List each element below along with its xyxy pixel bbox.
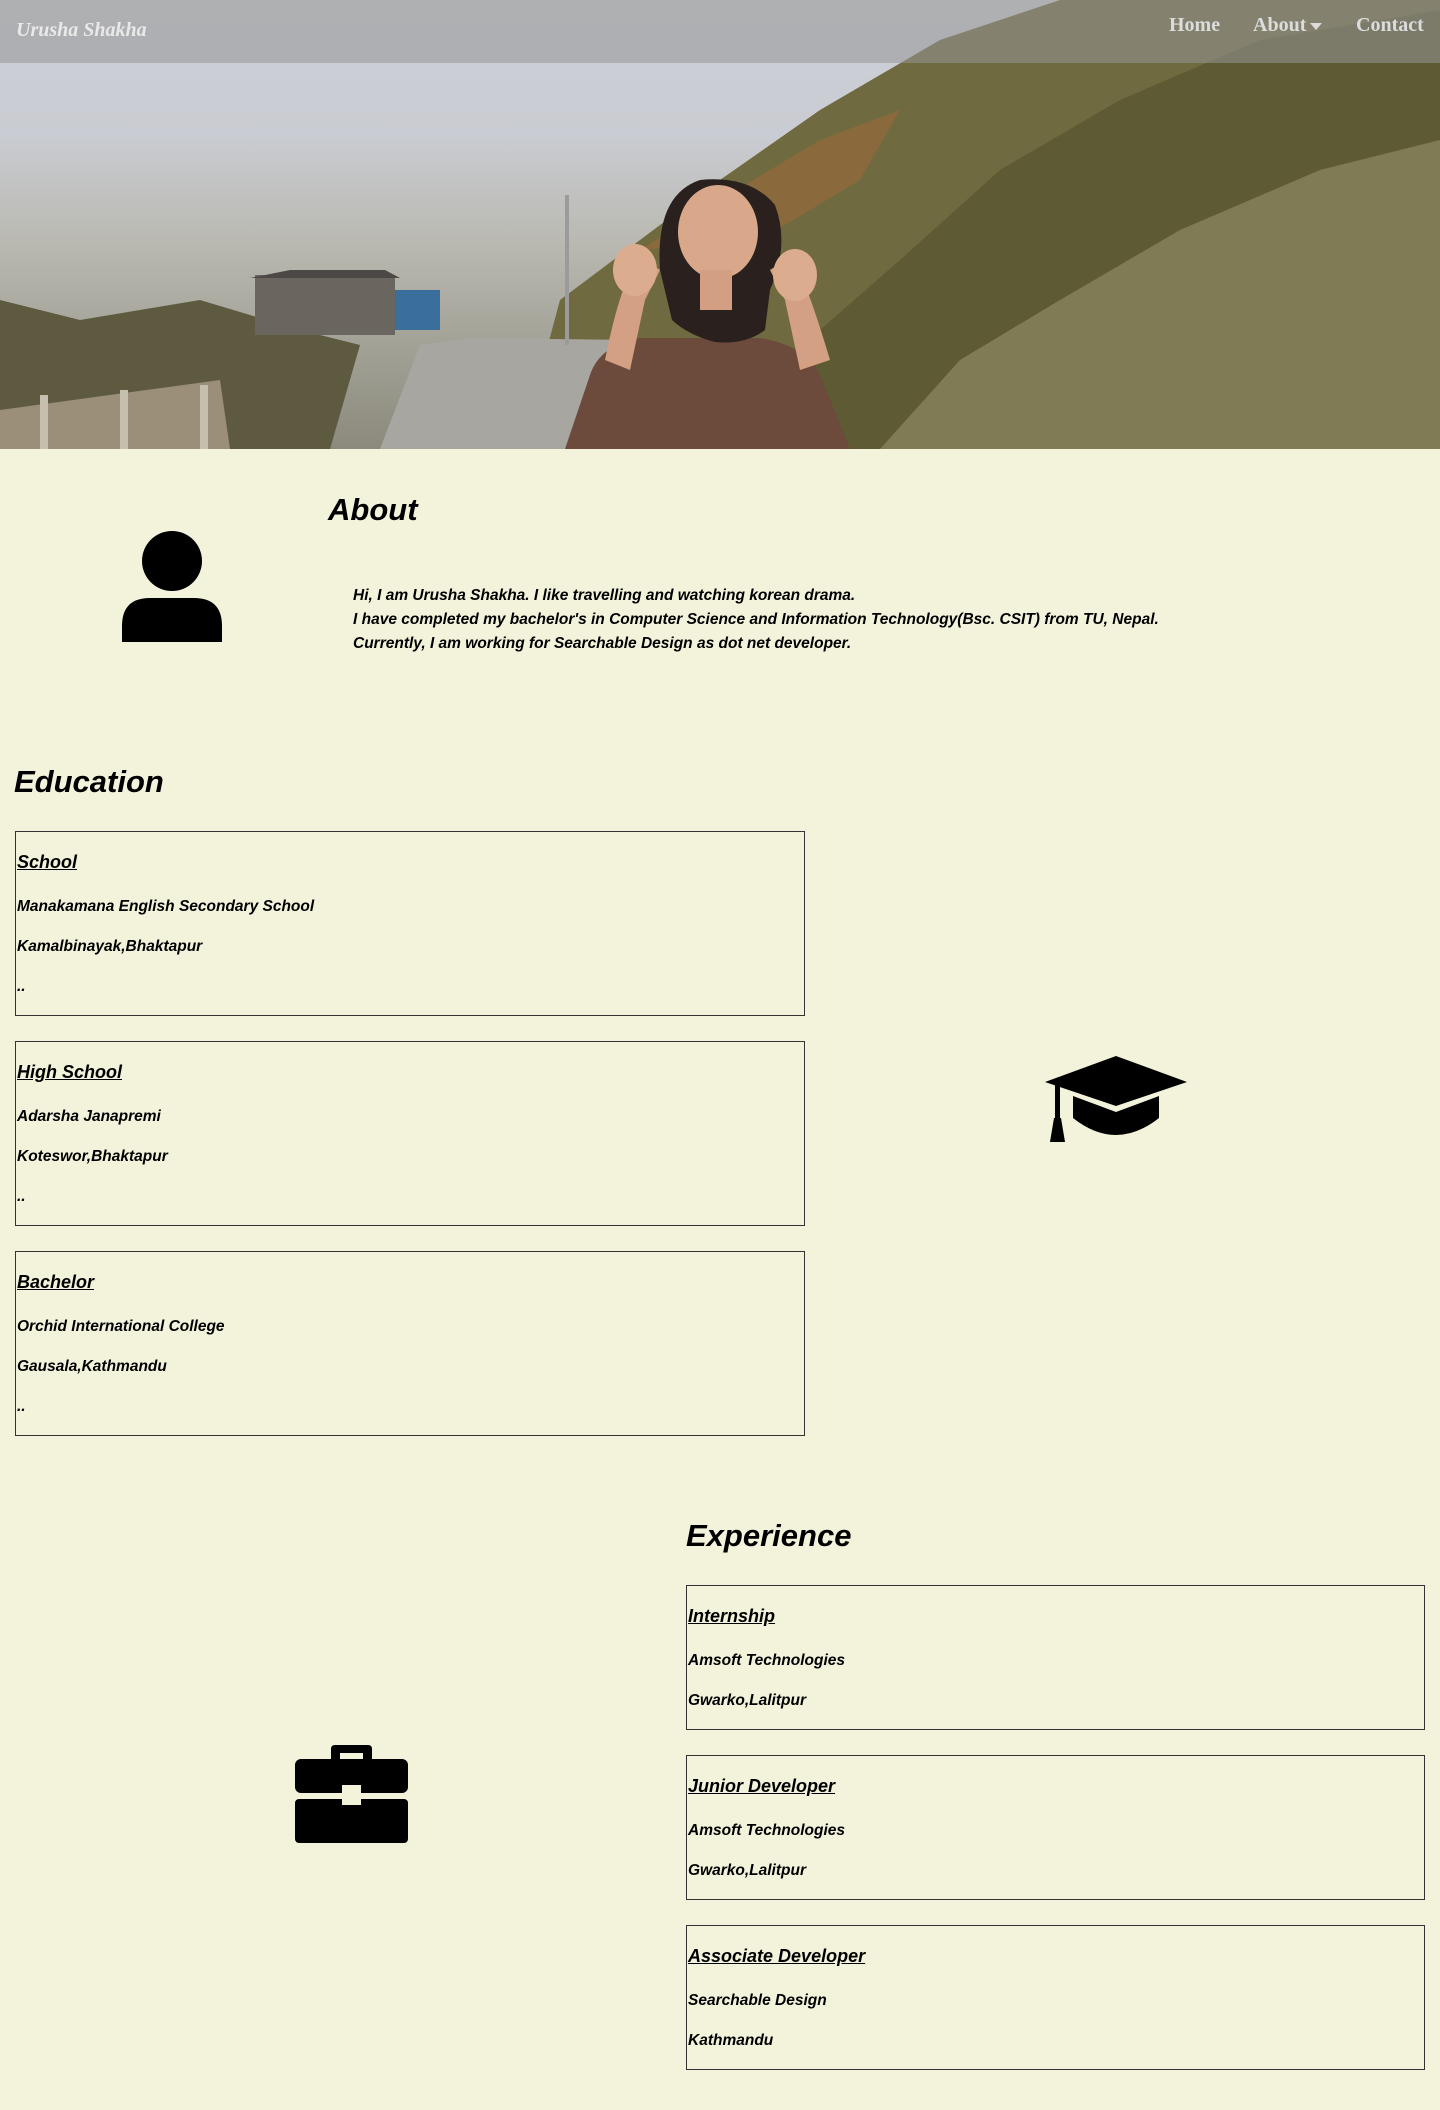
education-extra: .. [17,1188,26,1205]
education-institution: Adarsha Janapremi [17,1108,161,1125]
experience-company: Amsoft Technologies [688,1822,846,1839]
about-paragraph: I have completed my bachelor's in Comput… [353,611,1159,628]
nav-about-dropdown[interactable]: About [1253,14,1323,37]
briefcase-icon [295,1745,408,1843]
caret-down-icon [1310,22,1323,30]
brand-logo[interactable]: Urusha Shakha [16,19,147,42]
hero-banner: Urusha Shakha Home About Contact [0,0,1440,449]
education-card: High School Adarsha Janapremi Koteswor,B… [15,1041,805,1226]
experience-location: Gwarko,Lalitpur [688,1692,806,1709]
education-extra: .. [17,1398,26,1415]
education-card: Bachelor Orchid International College Ga… [15,1251,805,1436]
nav-contact-link[interactable]: Contact [1356,14,1424,37]
experience-location: Kathmandu [688,2032,774,2049]
about-description: Hi, I am Urusha Shakha. I like travellin… [353,584,1159,656]
education-card: School Manakamana English Secondary Scho… [15,831,805,1016]
experience-card-title: Associate Developer [688,1946,866,1966]
about-paragraph: Hi, I am Urusha Shakha. I like travellin… [353,587,856,604]
education-institution: Orchid International College [17,1318,225,1335]
experience-card-title: Junior Developer [688,1776,836,1796]
experience-location: Gwarko,Lalitpur [688,1862,806,1879]
education-location: Koteswor,Bhaktapur [17,1148,168,1165]
experience-card: Junior Developer Amsoft Technologies Gwa… [686,1755,1425,1900]
about-paragraph: Currently, I am working for Searchable D… [353,635,852,652]
education-institution: Manakamana English Secondary School [17,898,315,915]
experience-company: Searchable Design [688,1992,827,2009]
user-icon [122,531,222,642]
nav-about-label: About [1253,14,1307,36]
education-heading: Education [14,764,164,799]
experience-card: Internship Amsoft Technologies Gwarko,La… [686,1585,1425,1730]
about-heading: About [328,492,418,527]
hero-photo [0,0,1440,449]
education-card-title: High School [17,1062,122,1082]
nav-home-link[interactable]: Home [1169,14,1220,37]
education-location: Kamalbinayak,Bhaktapur [17,938,203,955]
experience-card: Associate Developer Searchable Design Ka… [686,1925,1425,2070]
education-location: Gausala,Kathmandu [17,1358,167,1375]
education-extra: .. [17,978,26,995]
experience-heading: Experience [686,1518,852,1553]
education-card-title: School [17,852,78,872]
experience-company: Amsoft Technologies [688,1652,846,1669]
graduation-cap-icon [1045,1056,1187,1142]
navbar: Urusha Shakha Home About Contact [0,0,1440,63]
experience-card-title: Internship [688,1606,776,1626]
education-card-title: Bachelor [17,1272,95,1292]
